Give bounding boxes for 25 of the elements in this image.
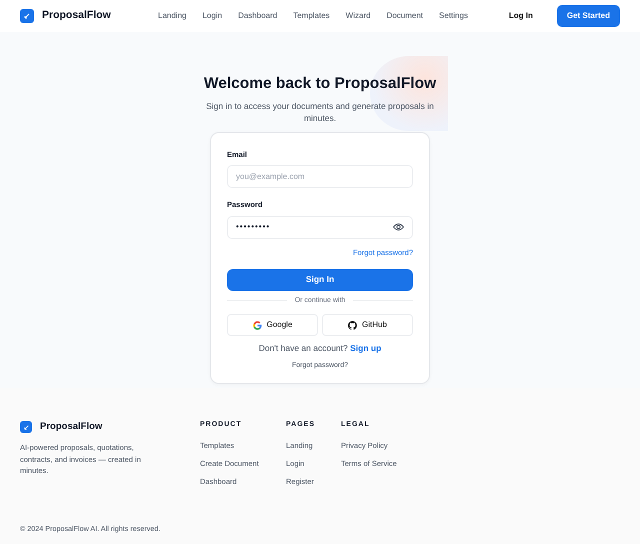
log-in-link[interactable]: Log In — [508, 10, 533, 22]
page-title: Welcome back to ProposalFlow — [202, 75, 438, 94]
email-field[interactable]: you@example.com — [227, 165, 413, 188]
nav-link[interactable]: Templates — [293, 10, 330, 22]
logo-icon[interactable] — [20, 9, 34, 23]
nav-link[interactable]: Wizard — [346, 10, 371, 22]
google-button[interactable]: Google — [227, 314, 318, 336]
brand-name[interactable]: ProposalFlow — [42, 8, 111, 24]
google-icon — [252, 320, 262, 330]
github-icon — [348, 320, 358, 330]
github-button[interactable]: GitHub — [322, 314, 413, 336]
nav-link[interactable]: Landing — [158, 10, 186, 22]
subtitle: Sign in to access your documents and generate proposals in minutes. — [205, 100, 435, 124]
brand-name: ProposalFlow — [40, 420, 102, 434]
signup-prompt: Don't have an account? — [258, 343, 348, 354]
password-field[interactable]: ••••••••• — [227, 216, 413, 239]
logo-icon — [20, 421, 32, 434]
show-password-icon[interactable] — [393, 223, 404, 232]
sign-in-button[interactable]: Sign In — [227, 268, 413, 291]
nav-link[interactable]: Settings — [439, 10, 468, 22]
get-started-button[interactable]: Get Started — [556, 5, 620, 27]
nav-link[interactable]: Login — [202, 10, 222, 22]
sign-up-link[interactable]: Sign up — [350, 343, 382, 354]
nav-link[interactable]: Dashboard — [238, 10, 278, 22]
nav-link[interactable]: Document — [386, 10, 424, 22]
